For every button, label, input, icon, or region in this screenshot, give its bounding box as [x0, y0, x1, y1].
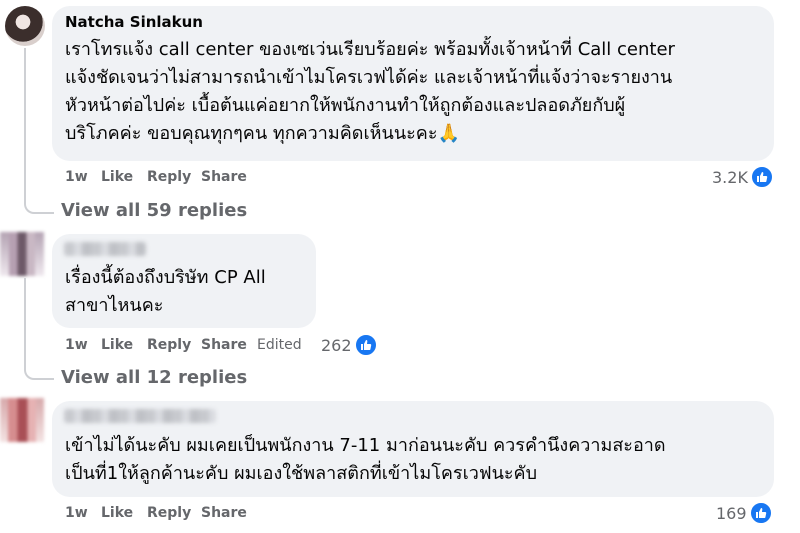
share-button[interactable]: Share: [201, 505, 247, 521]
comment-line: เป็นที่1ให้ลูกค้านะคับ ผมเองใช้พลาสติกที…: [65, 463, 538, 484]
comment-line: เข้าไม่ได้นะคับ ผมเคยเป็นพนักงาน 7-11 มา…: [65, 435, 666, 456]
reply-button[interactable]: Reply: [147, 337, 191, 353]
reaction-count[interactable]: 262: [321, 334, 377, 356]
comment-text: เราโทรแจ้ง call center ของเซเว่นเรียบร้อ…: [65, 36, 675, 148]
share-button[interactable]: Share: [201, 337, 247, 353]
like-button[interactable]: Like: [101, 505, 133, 521]
thread-connector: [24, 278, 54, 380]
reaction-count-label: 262: [321, 335, 352, 355]
like-button[interactable]: Like: [101, 169, 133, 185]
reaction-count[interactable]: 169: [716, 502, 772, 524]
reaction-count[interactable]: 3.2K: [712, 166, 773, 188]
avatar[interactable]: [5, 6, 45, 46]
like-icon: [750, 166, 773, 188]
comment-text: เข้าไม่ได้นะคับ ผมเคยเป็นพนักงาน 7-11 มา…: [65, 432, 666, 488]
thread-connector: [24, 48, 54, 214]
reaction-count-label: 169: [716, 503, 747, 523]
timestamp[interactable]: 1w: [65, 169, 88, 185]
avatar[interactable]: [0, 232, 44, 276]
comment-author[interactable]: Natcha Sinlakun: [65, 13, 203, 31]
avatar[interactable]: [0, 398, 44, 442]
author-name-redacted[interactable]: [64, 242, 146, 256]
like-icon: [354, 334, 377, 356]
comment-line: แจ้งชัดเจนว่าไม่สามารถนำเข้าไมโครเวฟได้ค…: [65, 67, 673, 88]
share-button[interactable]: Share: [201, 169, 247, 185]
comment-line: บริโภคค่ะ ขอบคุณทุกๆคน ทุกความคิดเห็นนะค…: [65, 123, 460, 144]
view-replies-link[interactable]: View all 59 replies: [61, 200, 247, 221]
timestamp[interactable]: 1w: [65, 505, 88, 521]
comment-line: หัวหน้าต่อไปค่ะ เบื้อต้นแค่อยากให้พนักงา…: [65, 95, 626, 116]
comment-line: เราโทรแจ้ง call center ของเซเว่นเรียบร้อ…: [65, 39, 675, 60]
reply-button[interactable]: Reply: [147, 505, 191, 521]
author-name-redacted[interactable]: [64, 409, 216, 423]
reply-button[interactable]: Reply: [147, 169, 191, 185]
like-icon: [749, 502, 772, 524]
like-button[interactable]: Like: [101, 337, 133, 353]
timestamp[interactable]: 1w: [65, 337, 88, 353]
comment-line: เรื่องนี้ต้องถึงบริษัท CP All: [65, 267, 266, 288]
comment-line: สาขาไหนคะ: [65, 295, 164, 316]
reaction-count-label: 3.2K: [712, 167, 748, 187]
comment-text: เรื่องนี้ต้องถึงบริษัท CP All สาขาไหนคะ: [65, 264, 266, 320]
edited-label[interactable]: Edited: [257, 337, 302, 353]
view-replies-link[interactable]: View all 12 replies: [61, 367, 247, 388]
